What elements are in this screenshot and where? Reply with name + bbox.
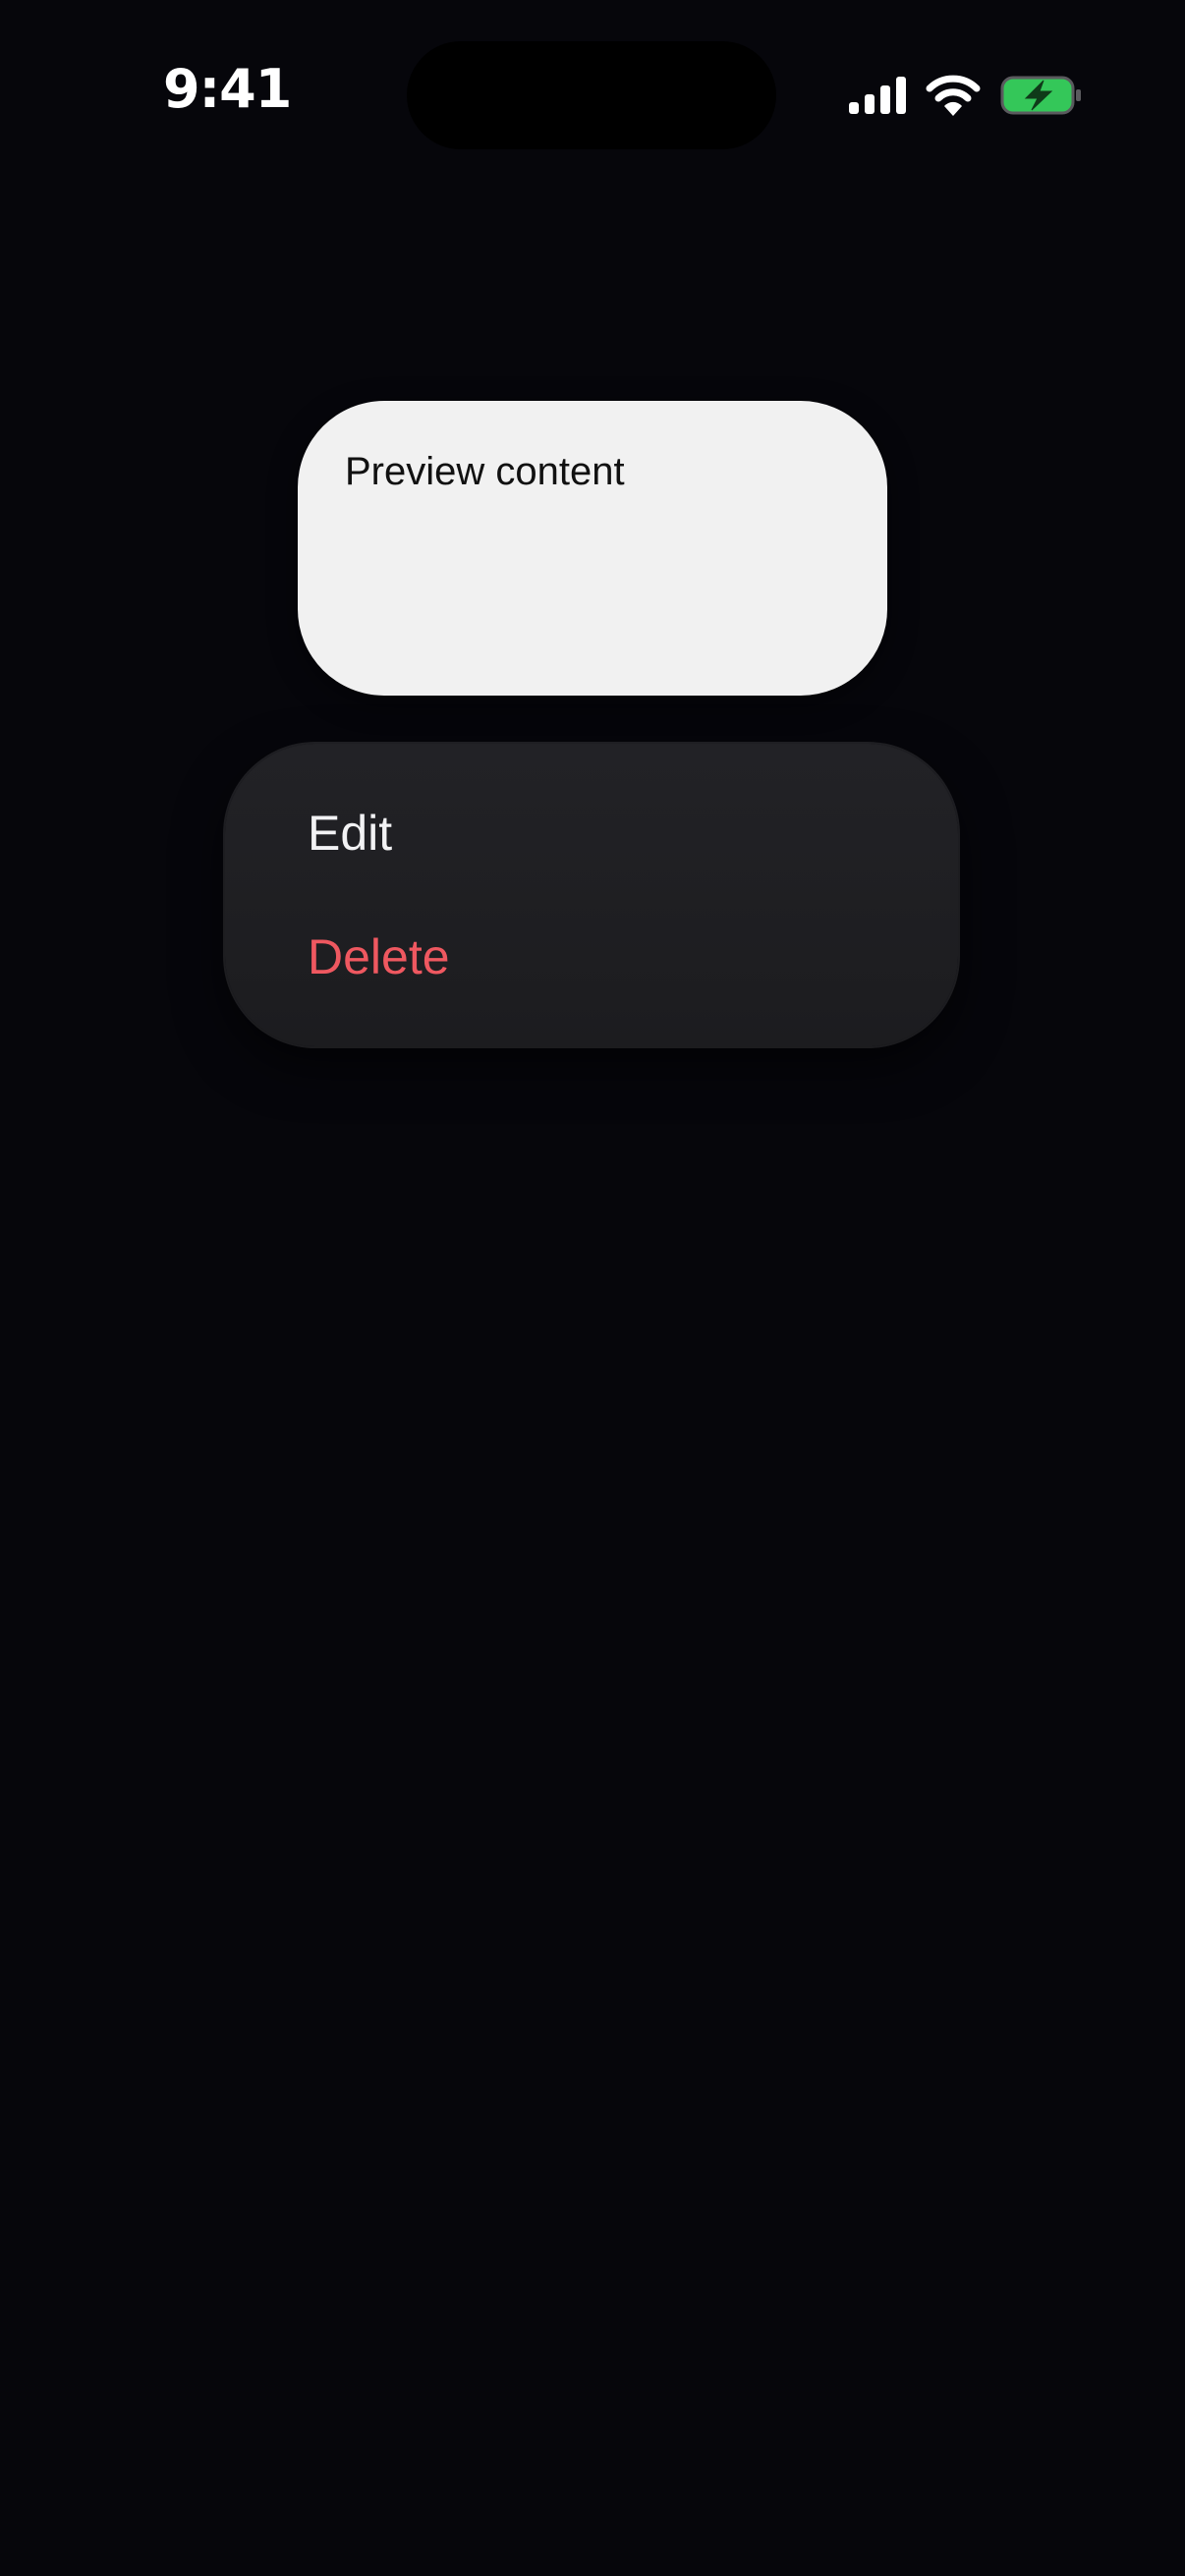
preview-text: Preview content [345,450,625,493]
battery-charging-icon [1000,76,1081,115]
status-bar: 9:41 [0,0,1185,187]
wifi-icon [926,75,981,116]
status-time: 9:41 [163,58,292,120]
cellular-signal-icon [849,77,906,114]
context-menu: Edit Delete [225,744,958,1046]
preview-card[interactable]: Preview content [298,401,887,696]
dynamic-island [407,41,776,149]
menu-item-delete[interactable]: Delete [308,932,450,981]
menu-item-edit[interactable]: Edit [308,809,392,858]
